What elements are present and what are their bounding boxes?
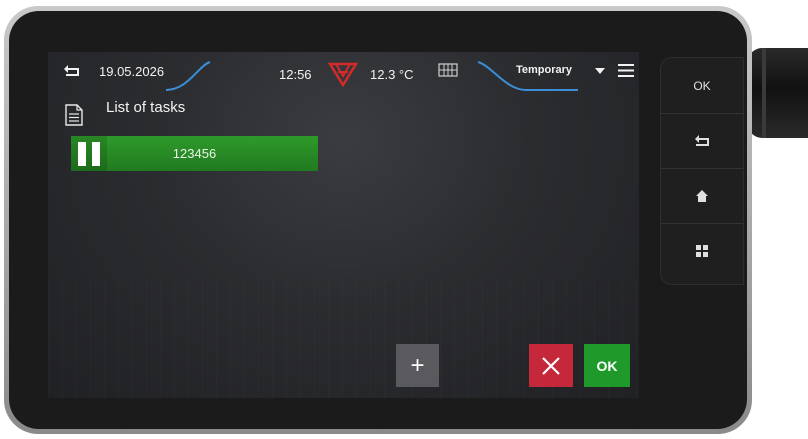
time-display: 12:56 [279, 67, 312, 82]
grid-icon [696, 244, 708, 257]
dropdown-arrow-icon[interactable] [595, 68, 605, 75]
hw-ok-button[interactable]: OK [661, 58, 743, 114]
hw-ok-label: OK [693, 78, 711, 93]
menu-icon[interactable] [618, 64, 634, 77]
mode-selector-label[interactable]: Temporary [516, 64, 572, 76]
hw-apps-button[interactable] [661, 223, 743, 278]
connectivity-icon[interactable] [438, 63, 458, 77]
cancel-button[interactable] [529, 344, 573, 387]
display-screen: 19.05.2026 12:56 12.3 °C Temporary List … [48, 52, 639, 398]
home-icon [696, 189, 708, 202]
return-icon [695, 134, 709, 146]
hw-home-button[interactable] [661, 168, 743, 224]
task-item[interactable]: 123456 [71, 136, 318, 171]
date-display: 19.05.2026 [99, 64, 165, 79]
brand-logo-icon [328, 62, 358, 87]
status-bar: 19.05.2026 12:56 12.3 °C Temporary [48, 52, 639, 92]
ok-button[interactable]: OK [584, 344, 630, 387]
ok-button-label: OK [596, 357, 618, 374]
pause-icon[interactable] [71, 136, 107, 171]
temperature-display: 12.3 °C [370, 67, 414, 82]
plus-icon: + [410, 351, 425, 379]
add-task-button[interactable]: + [396, 344, 439, 387]
back-arrow-icon[interactable] [62, 64, 80, 78]
hardware-button-panel: OK [660, 57, 744, 285]
task-name: 123456 [172, 146, 217, 161]
page-title: List of tasks [106, 99, 186, 116]
hw-back-button[interactable] [661, 113, 743, 169]
close-icon [542, 356, 560, 375]
cable-connector [748, 48, 808, 138]
cable-ridge [762, 48, 766, 138]
document-icon [65, 104, 83, 126]
